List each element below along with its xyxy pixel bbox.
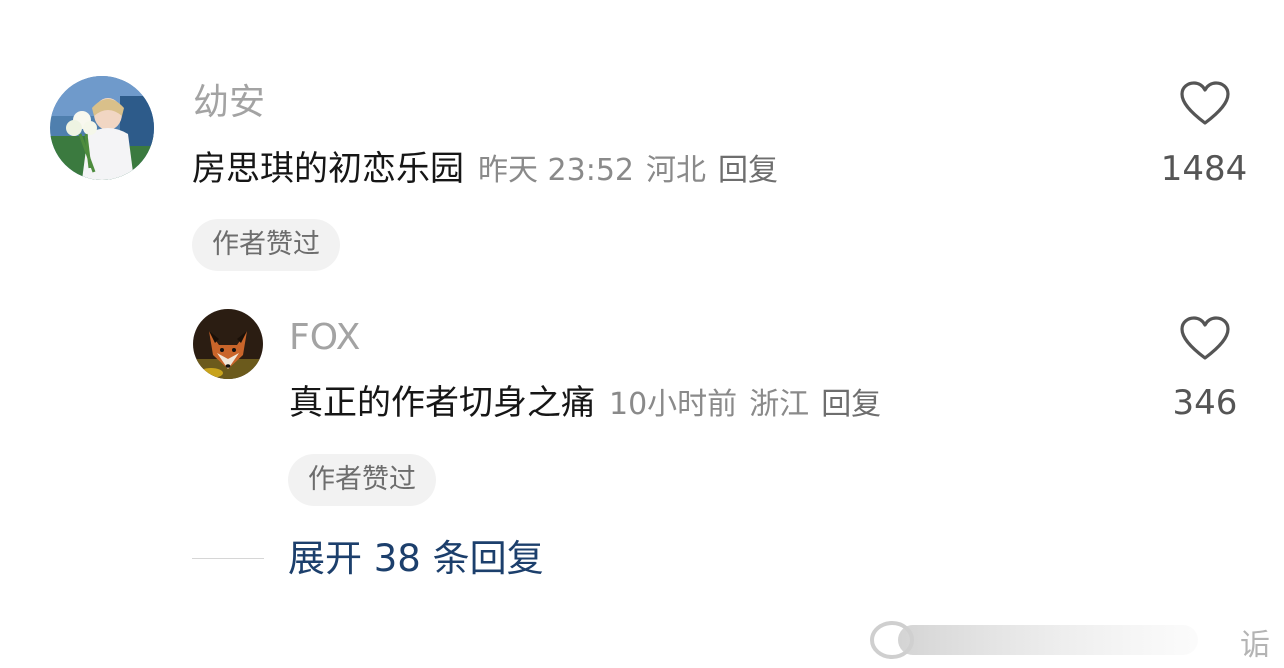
comment-location: 浙江 (749, 387, 810, 422)
comment-content: 房思琪的初恋乐园 昨天 23:52 河北 回复 (192, 152, 790, 186)
comment-text: 房思琪的初恋乐园 (192, 149, 464, 189)
author-liked-badge: 作者赞过 (192, 219, 340, 271)
comment-time: 10小时前 (609, 387, 738, 422)
avatar-image (50, 76, 154, 180)
reply-button[interactable]: 回复 (821, 387, 881, 422)
heart-outline-icon (1180, 81, 1230, 125)
expand-replies-link[interactable]: 展开 38 条回复 (288, 540, 544, 577)
divider (192, 558, 264, 559)
like-button[interactable] (1179, 315, 1231, 365)
comment-time: 昨天 23:52 (478, 153, 634, 188)
avatar[interactable] (50, 76, 154, 180)
watermark-logo-icon (870, 621, 1198, 659)
avatar[interactable] (193, 309, 263, 379)
avatar-image (193, 309, 263, 379)
comment-username[interactable]: FOX (289, 320, 360, 356)
heart-outline-icon (1180, 316, 1230, 360)
reply-button[interactable]: 回复 (718, 153, 778, 188)
like-count: 1484 (1160, 149, 1248, 189)
comment-text: 真正的作者切身之痛 (289, 383, 595, 423)
like-button[interactable] (1179, 80, 1231, 130)
like-count: 346 (1172, 383, 1238, 423)
comment-username[interactable]: 幼安 (193, 85, 265, 121)
comment-content: 真正的作者切身之痛 10小时前 浙江 回复 (289, 386, 893, 420)
comment-meta: 昨天 23:52 河北 回复 (478, 153, 790, 188)
author-liked-badge: 作者赞过 (288, 454, 436, 506)
comment-location: 河北 (646, 153, 706, 188)
comment-meta: 10小时前 浙江 回复 (609, 387, 893, 422)
watermark-text: 诟 (1240, 628, 1270, 663)
watermark: 诟 (868, 612, 1284, 668)
